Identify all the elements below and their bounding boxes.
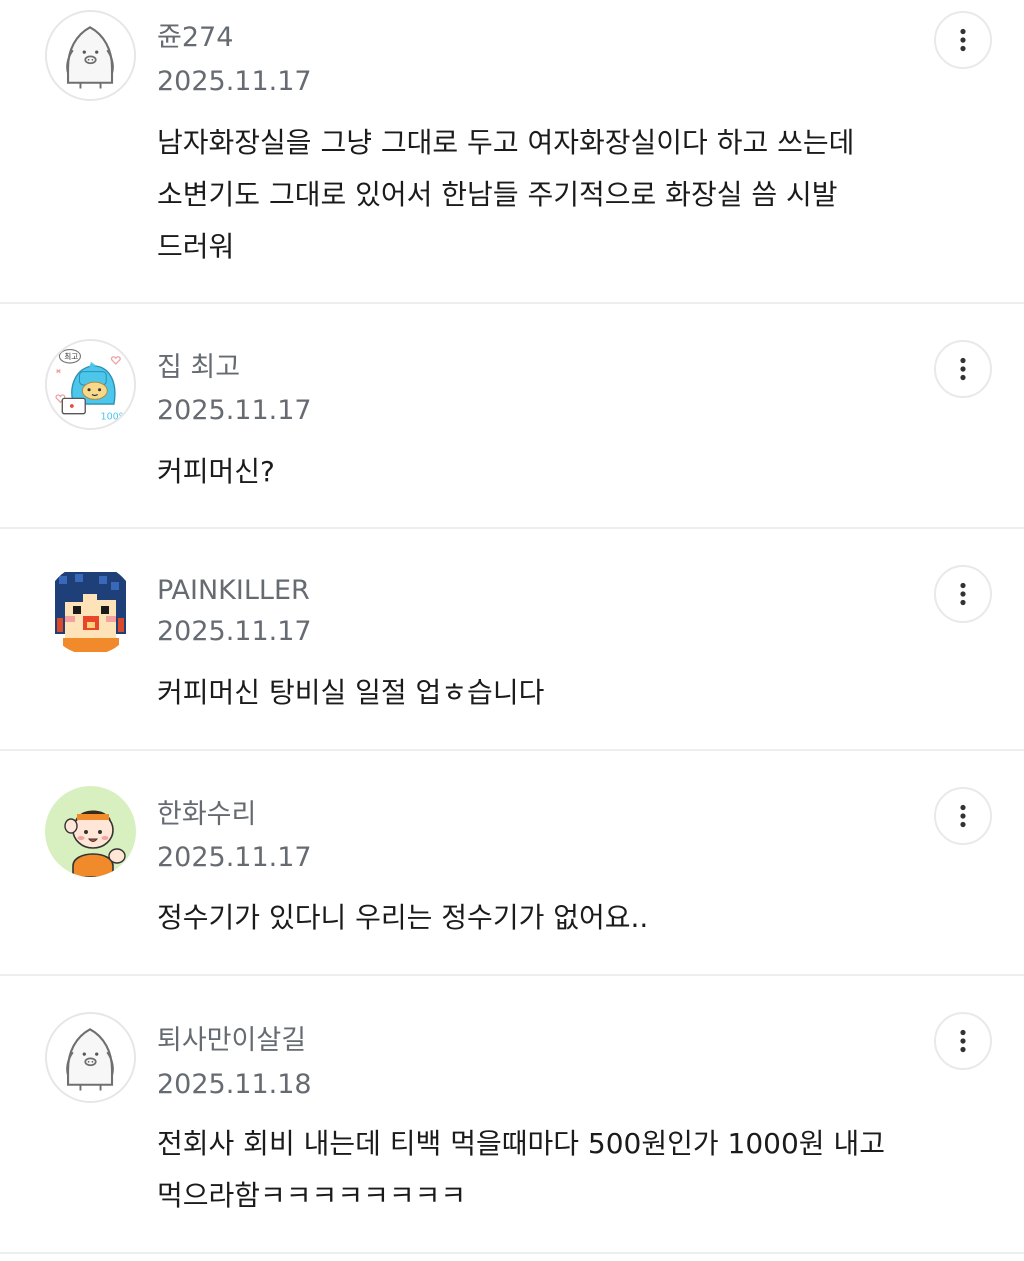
more-vertical-icon	[960, 357, 966, 381]
pixel-girl-avatar-icon[interactable]	[45, 564, 136, 655]
comment-username[interactable]: 쥰274	[157, 22, 233, 54]
comment-text: 남자화장실을 그냥 그대로 두고 여자화장실이다 하고 쓰는데 소변기도 그대로…	[157, 117, 927, 273]
comment-text-line: 소변기도 그대로 있어서 한남들 주기적으로 화장실 씀 시발	[157, 178, 838, 211]
penguin-default-avatar-icon[interactable]	[45, 1012, 136, 1103]
comment-text: 커피머신 탕비실 일절 업ㅎ습니다	[157, 667, 927, 719]
comment-item: 퇴사만이살길 2025.11.18 전회사 회비 내는데 티백 먹을때마다 50…	[0, 976, 1024, 1254]
more-vertical-icon	[960, 1029, 966, 1053]
more-options-button[interactable]	[934, 565, 992, 623]
comment-text-line: 드러워	[157, 230, 235, 263]
comment-date: 2025.11.17	[157, 616, 312, 647]
comment-text: 전회사 회비 내는데 티백 먹을때마다 500원인가 1000원 내고 먹으라함…	[157, 1118, 927, 1222]
comment-item: 쥰274 2025.11.17 남자화장실을 그냥 그대로 두고 여자화장실이다…	[0, 0, 1024, 304]
comment-date: 2025.11.17	[157, 395, 312, 426]
svg-text:100%: 100%	[101, 411, 128, 422]
comment-text-line: 커피머신?	[157, 455, 275, 488]
comment-username[interactable]: PAINKILLER	[157, 575, 310, 607]
comment-text-line: 먹으라함ㅋㅋㅋㅋㅋㅋㅋㅋ	[157, 1179, 467, 1212]
more-vertical-icon	[960, 582, 966, 606]
comment-text-line: 정수기가 있다니 우리는 정수기가 없어요..	[157, 901, 649, 934]
blue-character-avatar-icon[interactable]: 최고 100%	[45, 339, 136, 430]
comment-username[interactable]: 집 최고	[157, 352, 240, 384]
more-options-button[interactable]	[934, 787, 992, 845]
comment-text-line: 커피머신 탕비실 일절 업ㅎ습니다	[157, 676, 545, 709]
comment-item: 최고 100% 집 최고 2025.11.17 커피머신?	[0, 304, 1024, 529]
comment-item: 한화수리 2025.11.17 정수기가 있다니 우리는 정수기가 없어요..	[0, 751, 1024, 976]
more-vertical-icon	[960, 28, 966, 52]
comment-date: 2025.11.17	[157, 842, 312, 873]
more-options-button[interactable]	[934, 11, 992, 69]
orange-mascot-avatar-icon[interactable]	[45, 786, 136, 877]
comment-username[interactable]: 한화수리	[157, 799, 256, 831]
comment-text-line: 남자화장실을 그냥 그대로 두고 여자화장실이다 하고 쓰는데	[157, 126, 855, 159]
comment-date: 2025.11.18	[157, 1069, 312, 1100]
svg-text:최고: 최고	[64, 351, 78, 361]
comment-item: PAINKILLER 2025.11.17 커피머신 탕비실 일절 업ㅎ습니다	[0, 529, 1024, 751]
comment-date: 2025.11.17	[157, 66, 312, 97]
more-vertical-icon	[960, 804, 966, 828]
penguin-default-avatar-icon[interactable]	[45, 10, 136, 101]
more-options-button[interactable]	[934, 340, 992, 398]
comment-username[interactable]: 퇴사만이살길	[157, 1025, 306, 1057]
comment-text-line: 전회사 회비 내는데 티백 먹을때마다 500원인가 1000원 내고	[157, 1127, 885, 1160]
comment-text: 커피머신?	[157, 446, 927, 498]
more-options-button[interactable]	[934, 1012, 992, 1070]
comment-text: 정수기가 있다니 우리는 정수기가 없어요..	[157, 892, 927, 944]
